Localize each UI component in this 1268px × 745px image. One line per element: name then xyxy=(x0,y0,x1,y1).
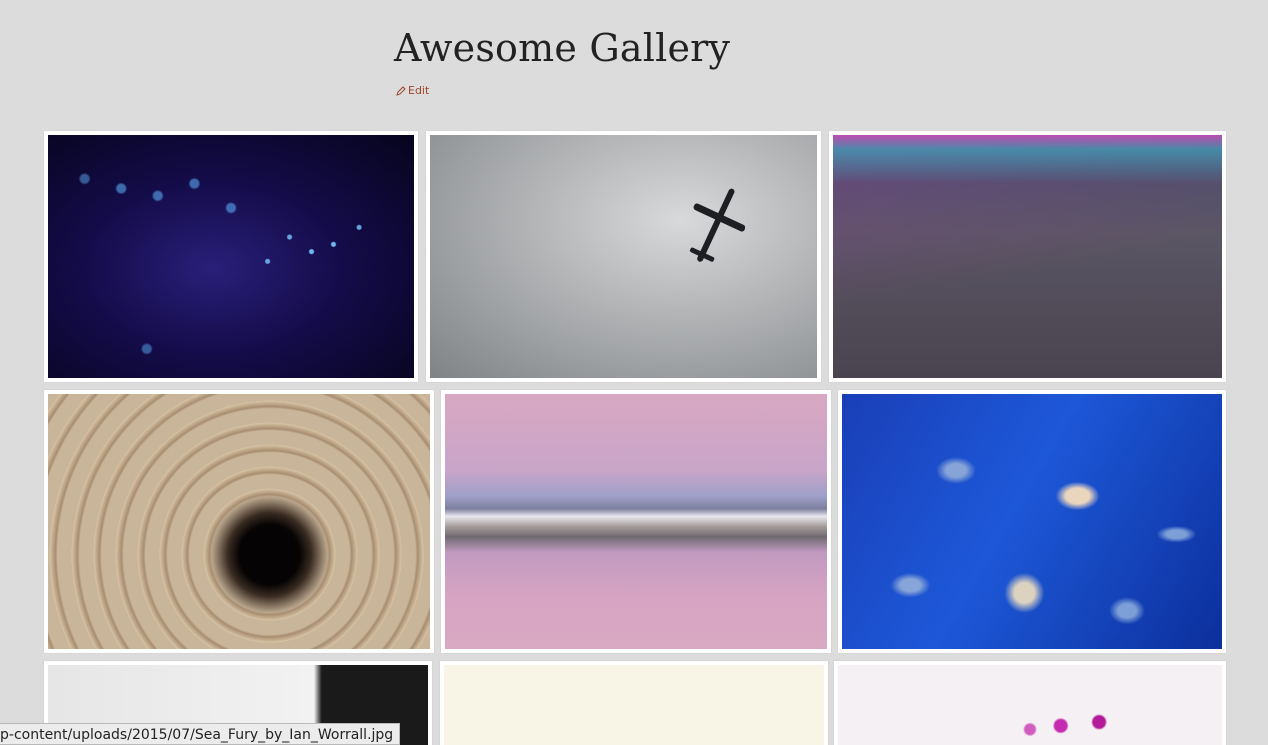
gallery-image xyxy=(833,135,1222,378)
gallery-image xyxy=(445,394,827,649)
gallery-image xyxy=(842,394,1222,649)
gallery-image xyxy=(444,665,824,745)
edit-link-label: Edit xyxy=(408,84,430,97)
gallery-item-plane[interactable] xyxy=(426,131,821,382)
gallery-item-jellyfish[interactable] xyxy=(838,390,1226,653)
gallery-image xyxy=(48,135,414,378)
page-title: Awesome Gallery xyxy=(394,26,731,70)
page: Awesome Gallery Edit p-content/uploads/2… xyxy=(0,0,1268,745)
pencil-icon xyxy=(396,85,406,96)
gallery-item-pavement[interactable] xyxy=(829,131,1226,382)
gallery-item-flower[interactable] xyxy=(834,661,1226,745)
gallery-item-cream[interactable] xyxy=(440,661,828,745)
link-status-bar: p-content/uploads/2015/07/Sea_Fury_by_Ia… xyxy=(0,723,401,745)
gallery-image xyxy=(838,665,1222,745)
gallery-image xyxy=(48,394,430,649)
gallery-item-tufa-reflection[interactable] xyxy=(441,390,831,653)
gallery-item-sheet-music[interactable] xyxy=(44,390,434,653)
airplane-icon xyxy=(689,188,745,262)
gallery-item-droplets[interactable] xyxy=(44,131,418,382)
gallery-image xyxy=(430,135,817,378)
edit-link[interactable]: Edit xyxy=(396,84,429,97)
